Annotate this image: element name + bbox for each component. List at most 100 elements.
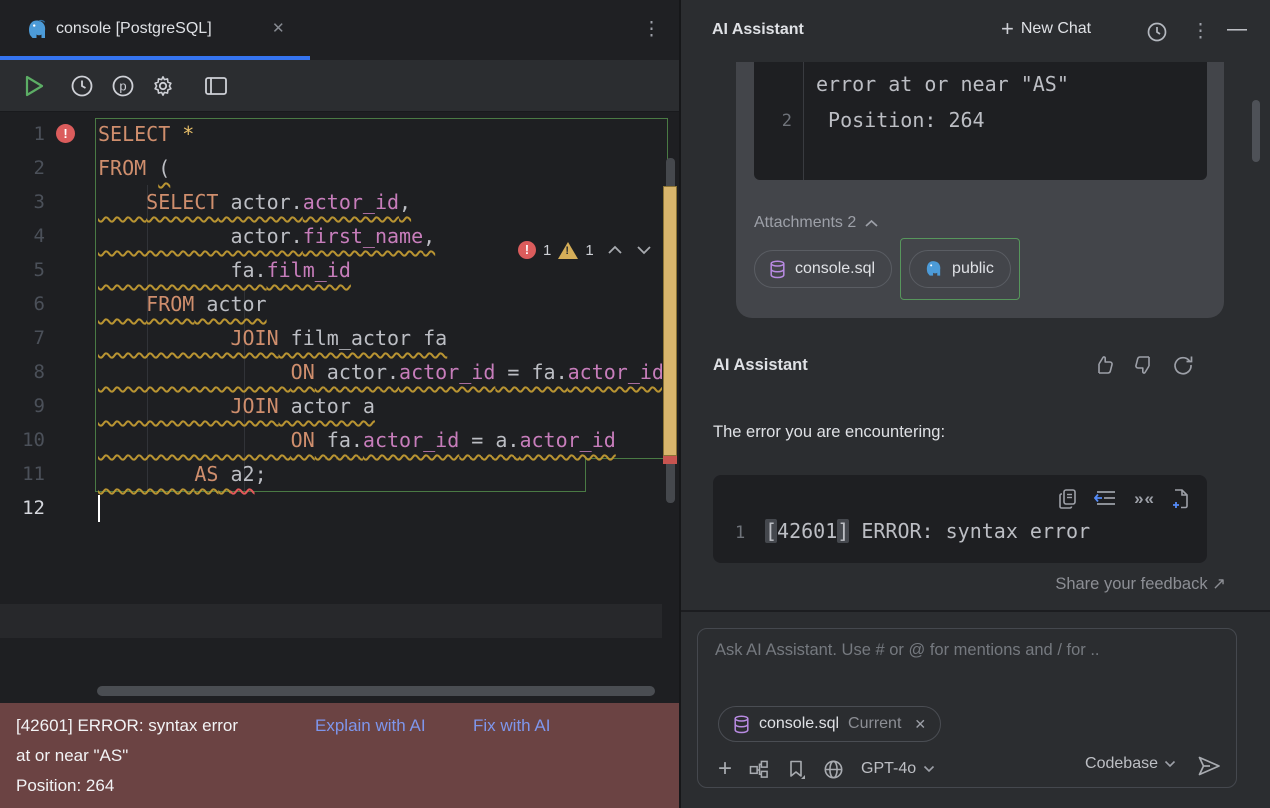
ai-panel-title: AI Assistant xyxy=(712,21,804,39)
code-line[interactable]: ON actor.actor_id = fa.actor_id xyxy=(98,355,662,389)
next-error-icon[interactable] xyxy=(636,245,652,255)
editor-horizontal-scrollbar[interactable] xyxy=(97,686,655,696)
code-line[interactable]: FROM ( xyxy=(98,151,170,185)
error-stripe-warning-marker[interactable] xyxy=(663,186,677,456)
ai-panel-more-icon[interactable]: ⋮ xyxy=(1191,20,1210,43)
line-number: 1 xyxy=(735,523,745,543)
chevron-down-icon xyxy=(923,765,935,773)
warning-badge-icon: ! xyxy=(558,242,578,259)
code-line[interactable]: AS a2; xyxy=(98,457,267,491)
code-gutter-divider xyxy=(803,62,804,180)
settings-gear-icon[interactable] xyxy=(151,74,175,98)
chip-label: console.sql xyxy=(759,715,839,733)
scope-name: Codebase xyxy=(1085,755,1158,773)
error-notification-banner: [42601] ERROR: syntax error at or near "… xyxy=(0,703,680,808)
web-search-icon[interactable] xyxy=(823,759,844,780)
postgresql-icon xyxy=(924,259,943,279)
chip-badge: Current xyxy=(848,715,901,733)
new-file-from-snippet-icon[interactable] xyxy=(1171,487,1191,511)
code-line[interactable]: fa.film_id xyxy=(98,253,351,287)
response-author: AI Assistant xyxy=(713,356,808,375)
plus-icon: + xyxy=(1001,18,1014,40)
attachment-chips: console.sql public xyxy=(754,238,1020,300)
editor-more-options-icon[interactable]: ⋮ xyxy=(642,18,661,41)
code-line[interactable]: JOIN film_actor fa xyxy=(98,321,447,355)
svg-text:p: p xyxy=(119,79,126,94)
response-actions xyxy=(1093,354,1193,376)
attachments-label: Attachments 2 xyxy=(754,214,856,232)
attach-schema-icon[interactable] xyxy=(749,760,770,779)
chevron-down-icon xyxy=(1164,760,1176,768)
attachment-highlight-box: public xyxy=(900,238,1020,300)
error-message-line1: [42601] ERROR: syntax error xyxy=(16,716,238,736)
model-name: GPT-4o xyxy=(861,760,916,778)
context-chip-console-sql[interactable]: console.sql Current ✕ xyxy=(718,706,941,742)
error-stripe-error-marker[interactable] xyxy=(663,456,677,464)
new-chat-label: New Chat xyxy=(1021,20,1091,38)
database-icon xyxy=(733,715,750,734)
scope-selector-dropdown[interactable]: Codebase xyxy=(1085,755,1176,773)
thumbs-down-icon[interactable] xyxy=(1133,354,1155,376)
model-selector-dropdown[interactable]: GPT-4o xyxy=(861,760,935,778)
postgresql-icon xyxy=(26,18,48,42)
user-code-block: error at or near "AS" 2 Position: 264 xyxy=(754,62,1207,180)
attachment-label: public xyxy=(952,260,994,278)
chip-remove-icon[interactable]: ✕ xyxy=(914,716,926,733)
fix-with-ai-link[interactable]: Fix with AI xyxy=(473,716,550,736)
attachment-chip-console-sql[interactable]: console.sql xyxy=(754,250,892,288)
console-toolbar: p Tx: Auto xyxy=(0,60,680,112)
chevron-up-icon xyxy=(864,219,879,228)
error-count: 1 xyxy=(543,242,551,259)
minimize-icon[interactable]: — xyxy=(1227,18,1247,41)
error-message-line3: Position: 264 xyxy=(16,776,114,796)
thumbs-up-icon[interactable] xyxy=(1093,354,1115,376)
error-badge-icon: ! xyxy=(518,241,536,259)
code-line: error at or near "AS" xyxy=(816,72,1069,96)
code-line[interactable]: SELECT * xyxy=(98,117,194,151)
sql-console-panel: console [PostgreSQL] ✕ ⋮ p xyxy=(0,0,680,808)
database-icon xyxy=(769,260,786,279)
user-message-bubble: error at or near "AS" 2 Position: 264 At… xyxy=(736,62,1224,318)
attachments-toggle[interactable]: Attachments 2 xyxy=(754,214,879,232)
code-line[interactable]: FROM actor xyxy=(98,287,267,321)
text-caret xyxy=(98,495,100,522)
response-code-block: »« 1 [42601] ERROR: syntax error xyxy=(713,475,1207,563)
add-context-icon[interactable]: + xyxy=(718,758,732,780)
explain-with-ai-link[interactable]: Explain with AI xyxy=(315,716,426,736)
regenerate-icon[interactable] xyxy=(1173,354,1193,376)
code-line[interactable]: actor.first_name, xyxy=(98,219,435,253)
code-line[interactable]: JOIN actor a xyxy=(98,389,375,423)
input-divider xyxy=(681,610,1270,612)
code-line[interactable]: SELECT actor.actor_id, xyxy=(98,185,411,219)
code-block-toolbar: »« xyxy=(1058,487,1191,511)
code-area[interactable]: SELECT *FROM ( SELECT actor.actor_id, ac… xyxy=(0,113,662,703)
parameters-icon[interactable]: p xyxy=(111,74,135,98)
history-icon[interactable] xyxy=(70,74,94,98)
prev-error-icon[interactable] xyxy=(607,245,623,255)
insert-at-caret-icon[interactable] xyxy=(1094,488,1118,510)
prompt-library-icon[interactable] xyxy=(787,759,806,780)
send-icon[interactable] xyxy=(1196,753,1222,779)
sql-editor[interactable]: 1!23456789101112 SELECT *FROM ( SELECT a… xyxy=(0,113,680,703)
copy-icon[interactable] xyxy=(1058,488,1078,510)
editor-tab-bar: console [PostgreSQL] ✕ ⋮ xyxy=(0,0,680,60)
attachment-chip-public[interactable]: public xyxy=(909,250,1011,288)
unwrap-icon[interactable]: »« xyxy=(1134,489,1155,509)
code-line: Position: 264 xyxy=(816,108,985,132)
chat-input[interactable]: Ask AI Assistant. Use # or @ for mention… xyxy=(697,628,1237,788)
chat-history-icon[interactable] xyxy=(1146,21,1168,43)
response-text: The error you are encountering: xyxy=(713,423,945,442)
in-editor-results-icon[interactable] xyxy=(203,74,229,98)
inspections-widget[interactable]: ! 1 ! 1 xyxy=(518,238,652,262)
share-feedback-link[interactable]: Share your feedback ↗ xyxy=(681,574,1226,594)
tab-title: console [PostgreSQL] xyxy=(56,20,212,38)
chat-scrollbar[interactable] xyxy=(1252,100,1260,162)
run-icon[interactable] xyxy=(22,73,46,99)
ai-assistant-panel: AI Assistant + New Chat ⋮ — error at or … xyxy=(681,0,1270,808)
warning-count: 1 xyxy=(585,242,593,259)
new-chat-button[interactable]: + New Chat xyxy=(1001,18,1091,40)
response-code-line: [42601] ERROR: syntax error xyxy=(765,519,1090,543)
code-line[interactable]: ON fa.actor_id = a.actor_id xyxy=(98,423,616,457)
tab-close-icon[interactable]: ✕ xyxy=(272,19,285,37)
tab-console-postgresql[interactable]: console [PostgreSQL] ✕ xyxy=(0,0,310,60)
